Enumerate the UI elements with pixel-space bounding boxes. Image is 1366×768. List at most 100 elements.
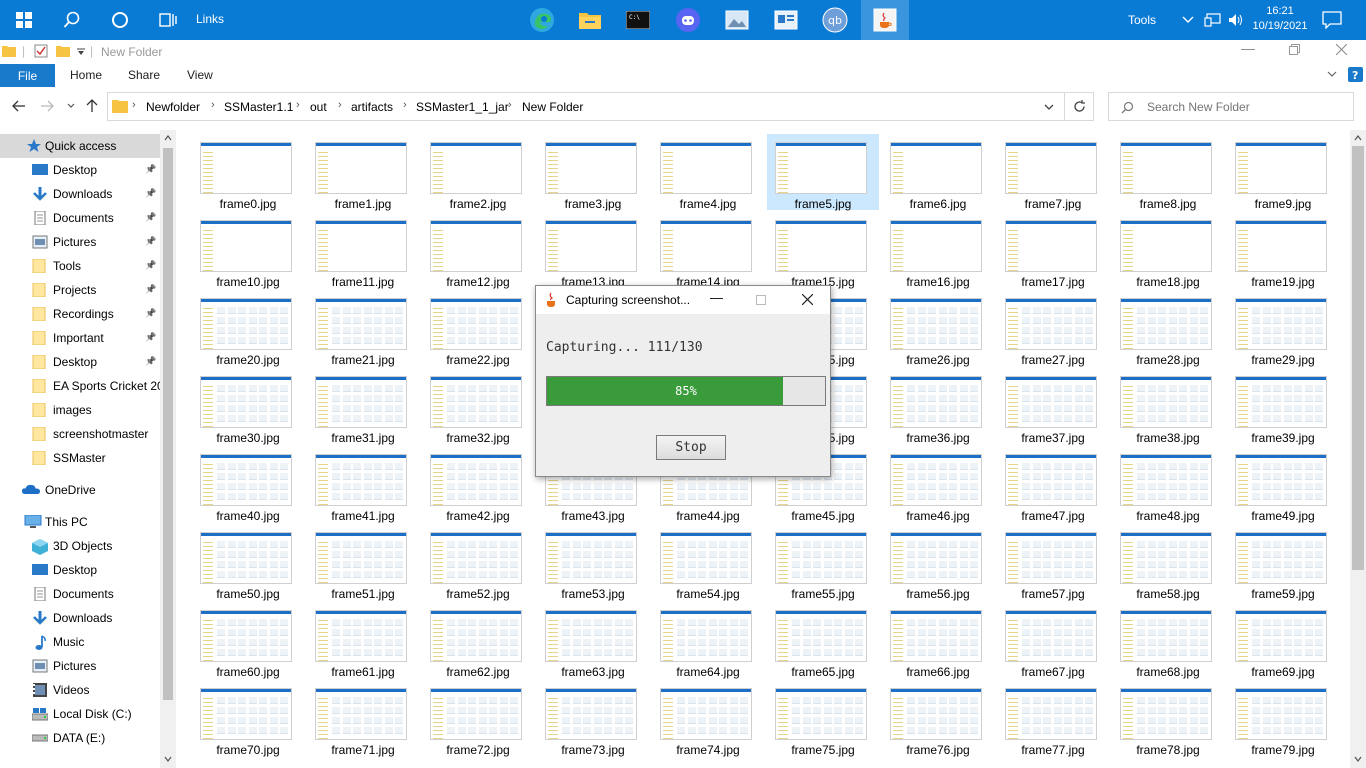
file-item[interactable]: frame36.jpg xyxy=(882,368,994,445)
sidebar-item-3d-objects[interactable]: 3D Objects xyxy=(0,534,160,558)
file-item[interactable]: frame12.jpg xyxy=(422,212,534,289)
tray-tools-toolbar[interactable]: Tools xyxy=(1128,0,1156,40)
file-item[interactable]: frame29.jpg xyxy=(1227,290,1339,367)
sidebar-item-pictures[interactable]: Pictures 📌 xyxy=(0,230,160,254)
breadcrumb-artifacts[interactable]: artifacts xyxy=(351,100,393,114)
file-item[interactable]: frame22.jpg xyxy=(422,290,534,367)
sidebar-item-local-disk-c[interactable]: Local Disk (C:) xyxy=(0,702,160,726)
file-item[interactable]: frame63.jpg xyxy=(537,602,649,679)
navigation-pane-scrollbar[interactable] xyxy=(160,130,176,768)
file-item[interactable]: frame67.jpg xyxy=(997,602,1109,679)
tab-view[interactable]: View xyxy=(187,68,213,82)
sidebar-item-onedrive[interactable]: OneDrive xyxy=(0,478,160,502)
image-viewer-app-button[interactable] xyxy=(713,0,761,40)
dialog-titlebar[interactable]: Capturing screenshot... — xyxy=(536,286,830,314)
file-item[interactable]: frame7.jpg xyxy=(997,134,1109,211)
file-item[interactable]: frame4.jpg xyxy=(652,134,764,211)
breadcrumb-current[interactable]: New Folder xyxy=(522,100,583,114)
file-item[interactable]: frame66.jpg xyxy=(882,602,994,679)
file-item[interactable]: frame78.jpg xyxy=(1112,680,1224,757)
file-item[interactable]: frame3.jpg xyxy=(537,134,649,211)
scroll-down-icon[interactable] xyxy=(1354,756,1362,762)
chevron-double-right-icon[interactable]: » xyxy=(1162,0,1167,7)
file-item[interactable]: frame57.jpg xyxy=(997,524,1109,601)
tab-file[interactable]: File xyxy=(0,64,55,87)
search-button[interactable] xyxy=(48,0,96,40)
file-item[interactable]: frame50.jpg xyxy=(192,524,304,601)
sidebar-item-projects[interactable]: Projects 📌 xyxy=(0,278,160,302)
chevron-right-icon[interactable]: › xyxy=(338,99,342,111)
file-item[interactable]: frame59.jpg xyxy=(1227,524,1339,601)
sidebar-item-important[interactable]: Important 📌 xyxy=(0,326,160,350)
file-item[interactable]: frame26.jpg xyxy=(882,290,994,367)
file-item[interactable]: frame55.jpg xyxy=(767,524,879,601)
sidebar-item-desktop[interactable]: Desktop 📌 xyxy=(0,158,160,182)
file-item[interactable]: frame18.jpg xyxy=(1112,212,1224,289)
sidebar-item-videos[interactable]: Videos xyxy=(0,678,160,702)
breadcrumb-ssmaster[interactable]: SSMaster1.1 xyxy=(224,100,293,114)
file-item[interactable]: frame60.jpg xyxy=(192,602,304,679)
sidebar-item-this-pc[interactable]: This PC xyxy=(0,510,160,534)
scroll-down-icon[interactable] xyxy=(164,756,172,762)
sidebar-item-downloads[interactable]: Downloads xyxy=(0,606,160,630)
file-item[interactable]: frame71.jpg xyxy=(307,680,419,757)
volume-button[interactable] xyxy=(1228,0,1244,40)
file-item[interactable]: frame38.jpg xyxy=(1112,368,1224,445)
file-item[interactable]: frame5.jpg xyxy=(767,134,879,211)
file-item[interactable]: frame47.jpg xyxy=(997,446,1109,523)
file-item[interactable]: frame2.jpg xyxy=(422,134,534,211)
file-item[interactable]: frame19.jpg xyxy=(1227,212,1339,289)
help-icon[interactable]: ? xyxy=(1348,67,1363,82)
file-item[interactable]: frame8.jpg xyxy=(1112,134,1224,211)
recent-locations-icon[interactable] xyxy=(67,103,75,109)
minimize-button[interactable]: — xyxy=(1241,40,1255,56)
file-item[interactable]: frame75.jpg xyxy=(767,680,879,757)
file-item[interactable]: frame41.jpg xyxy=(307,446,419,523)
dialog-minimize-button[interactable]: — xyxy=(710,290,723,305)
file-item[interactable]: frame10.jpg xyxy=(192,212,304,289)
sidebar-item-documents[interactable]: Documents xyxy=(0,582,160,606)
file-item[interactable]: frame77.jpg xyxy=(997,680,1109,757)
start-button[interactable] xyxy=(0,0,48,40)
file-item[interactable]: frame9.jpg xyxy=(1227,134,1339,211)
cortana-button[interactable] xyxy=(96,0,144,40)
sidebar-item-desktop[interactable]: Desktop xyxy=(0,558,160,582)
file-item[interactable]: frame58.jpg xyxy=(1112,524,1224,601)
breadcrumb-newfolder[interactable]: Newfolder xyxy=(146,100,200,114)
file-item[interactable]: frame11.jpg xyxy=(307,212,419,289)
expand-ribbon-icon[interactable] xyxy=(1327,71,1337,78)
file-item[interactable]: frame51.jpg xyxy=(307,524,419,601)
address-dropdown-icon[interactable] xyxy=(1044,104,1054,111)
chevron-right-icon[interactable]: › xyxy=(132,99,136,111)
back-arrow-icon[interactable] xyxy=(12,100,26,112)
tab-home[interactable]: Home xyxy=(70,68,102,82)
file-item[interactable]: frame52.jpg xyxy=(422,524,534,601)
refresh-button[interactable] xyxy=(1065,92,1094,121)
file-item[interactable]: frame16.jpg xyxy=(882,212,994,289)
discord-app-button[interactable] xyxy=(664,0,712,40)
sidebar-item-tools[interactable]: Tools 📌 xyxy=(0,254,160,278)
sidebar-item-documents[interactable]: Documents 📌 xyxy=(0,206,160,230)
file-item[interactable]: frame72.jpg xyxy=(422,680,534,757)
file-item[interactable]: frame21.jpg xyxy=(307,290,419,367)
scrollbar-thumb[interactable] xyxy=(1352,146,1364,570)
scrollbar-thumb[interactable] xyxy=(163,148,173,700)
sidebar-item-desktop[interactable]: Desktop 📌 xyxy=(0,350,160,374)
file-item[interactable]: frame70.jpg xyxy=(192,680,304,757)
file-item[interactable]: frame56.jpg xyxy=(882,524,994,601)
sidebar-item-screenshotmaster[interactable]: screenshotmaster xyxy=(0,422,160,446)
terminal-app-button[interactable]: C:\ xyxy=(614,0,662,40)
forward-arrow-icon[interactable] xyxy=(40,100,54,112)
customize-dropdown-icon[interactable] xyxy=(77,48,85,56)
close-icon[interactable] xyxy=(1336,44,1347,55)
file-item[interactable]: frame54.jpg xyxy=(652,524,764,601)
clock[interactable]: 16:21 10/19/2021 xyxy=(1250,4,1310,34)
sidebar-item-quick-access[interactable]: Quick access xyxy=(0,134,160,158)
search-box[interactable] xyxy=(1108,92,1354,121)
file-item[interactable]: frame13.jpg xyxy=(537,212,649,289)
new-folder-icon[interactable] xyxy=(56,45,70,57)
file-item[interactable]: frame79.jpg xyxy=(1227,680,1339,757)
file-item[interactable]: frame28.jpg xyxy=(1112,290,1224,367)
file-item[interactable]: frame65.jpg xyxy=(767,602,879,679)
file-item[interactable]: frame17.jpg xyxy=(997,212,1109,289)
